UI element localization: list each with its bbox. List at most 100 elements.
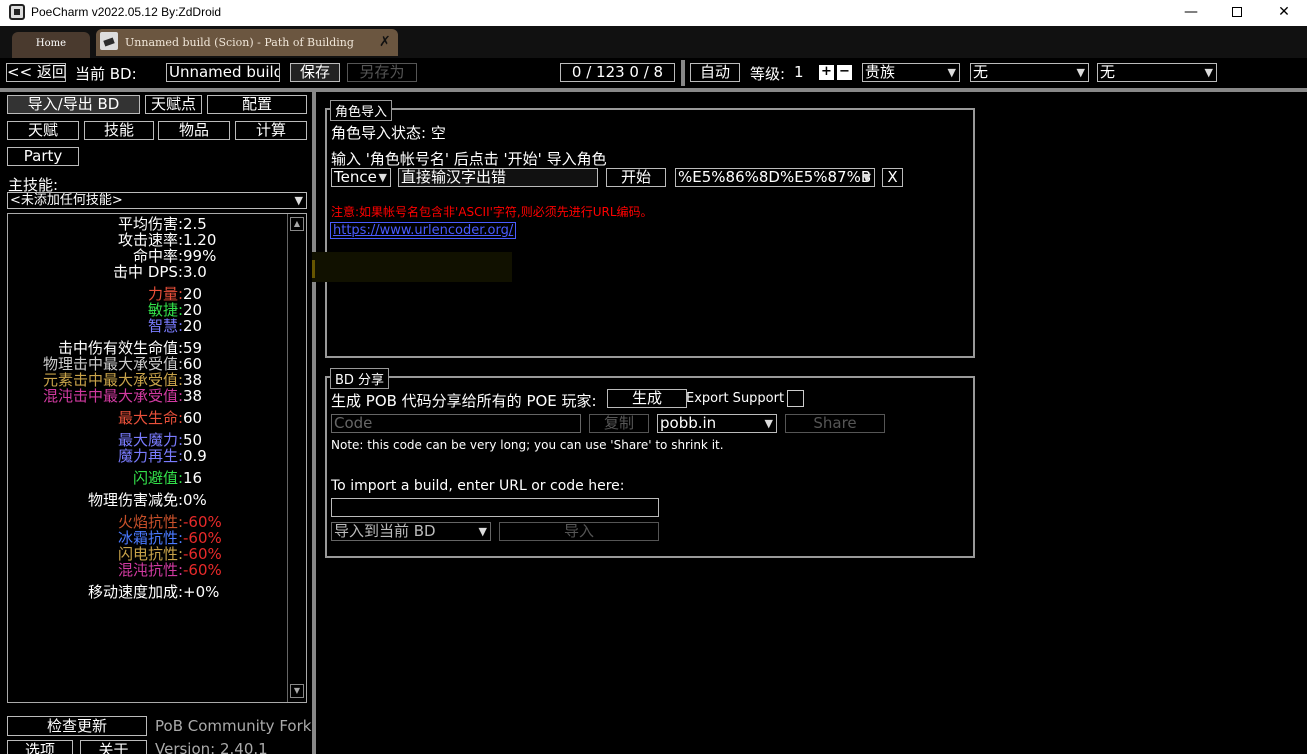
level-plus-button[interactable]: + [819,65,834,80]
stat-value: 16 [183,469,203,487]
stat-value: 60 [183,355,203,373]
stat-value: 50 [183,431,203,449]
urlencoder-link[interactable]: https://www.urlencoder.org/ [330,222,517,239]
calcs-tab[interactable]: 计算 [235,121,307,140]
stat-value: 20 [183,317,203,335]
stat-row: 物理伤害减免: 0% [8,492,288,508]
chevron-down-icon: ▼ [1204,66,1213,79]
stat-row: 闪电抗性: -60% [8,546,288,562]
stat-value: 59 [183,339,203,357]
tab-build[interactable]: Unnamed build (Scion) - Path of Building… [96,29,398,56]
tab-close-icon[interactable]: ✗ [379,34,391,50]
chevron-down-icon: ▼ [947,66,956,79]
stat-row: 命中率: 99% [8,248,288,264]
stat-row: 闪避值: 16 [8,470,288,486]
hover-highlight [312,252,512,282]
encoded-account-select[interactable]: %E5%86%8D%E5%87%B ▼ [675,168,875,187]
stat-row: 冰霜抗性: -60% [8,530,288,546]
account-name-input[interactable]: 直接输汉字出错 [398,168,598,187]
scroll-up-icon[interactable]: ▲ [290,217,304,231]
import-button[interactable]: 导入 [499,522,659,541]
stat-value: 99% [183,247,217,265]
stat-row: 击中伤有效生命值: 59 [8,340,288,356]
maximize-button[interactable] [1214,0,1260,26]
bandit-select[interactable]: 无 ▼ [1097,63,1217,82]
app-icon [9,4,25,20]
stat-value: 1.20 [183,231,217,249]
ascendancy-select[interactable]: 无 ▼ [970,63,1089,82]
ascendancy-select-value: 无 [973,63,989,81]
save-as-button[interactable]: 另存为 [347,63,417,82]
skills-tab[interactable]: 技能 [84,121,154,140]
scroll-down-icon[interactable]: ▼ [290,684,304,698]
fork-label: PoB Community Fork [155,717,312,735]
code-input[interactable]: Code [331,414,581,433]
share-button[interactable]: Share [785,414,885,433]
export-support-checkbox[interactable] [787,390,804,407]
version-label: Version: 2.40.1 [155,740,268,754]
class-select[interactable]: 贵族 ▼ [862,63,960,82]
minimize-button[interactable]: — [1168,0,1214,26]
current-bd-label: 当前 BD: [75,65,137,83]
character-import-title: 角色导入 [330,100,393,121]
main-skill-select[interactable]: <未添加任何技能> ▼ [7,192,307,209]
stat-row: 力量: 20 [8,286,288,302]
save-button[interactable]: 保存 [290,63,340,82]
stat-label: 物理击中最大承受值: [42,355,183,373]
chevron-down-icon: ▼ [862,171,871,184]
import-export-tab[interactable]: 导入/导出 BD [7,95,140,114]
party-tab[interactable]: Party [7,147,79,166]
clear-account-button[interactable]: X [882,168,903,187]
import-instruction: 输入 '角色帐号名' 后点击 '开始' 导入角色 [331,150,607,168]
generate-button[interactable]: 生成 [607,389,687,408]
class-select-value: 贵族 [865,63,896,81]
stat-value: 60 [183,409,203,427]
back-button[interactable]: << 返回 [6,63,66,82]
import-code-input[interactable] [331,498,659,517]
options-button[interactable]: 选项 [7,740,73,754]
stat-value: 20 [183,301,203,319]
level-minus-button[interactable]: − [837,65,852,80]
realm-select[interactable]: Tence ▼ [331,168,391,187]
start-import-button[interactable]: 开始 [606,168,666,187]
share-site-select[interactable]: pobb.in ▼ [657,414,777,433]
share-note: Note: this code can be very long; you ca… [331,438,724,452]
stat-value: 0.9 [183,447,207,465]
main-skill-select-value: <未添加任何技能> [10,193,123,208]
tree-tab[interactable]: 天赋 [7,121,79,140]
import-mode-select[interactable]: 导入到当前 BD ▼ [331,522,491,541]
check-update-button[interactable]: 检查更新 [7,716,147,736]
items-tab[interactable]: 物品 [158,121,230,140]
stat-label: 混沌抗性: [117,561,183,579]
level-value[interactable]: 1 [794,63,804,81]
tab-bar: Home Unnamed build (Scion) - Path of Bui… [0,26,1307,58]
auto-level-button[interactable]: 自动 [690,63,740,82]
export-support-label: Export Support [686,391,785,406]
stat-row: 击中 DPS: 3.0 [8,264,288,280]
stat-label: 移动速度加成: [87,583,183,601]
close-window-button[interactable]: ✕ [1261,0,1307,26]
import-build-label: To import a build, enter URL or code her… [331,478,625,494]
encoded-account-value: %E5%86%8D%E5%87%B [678,168,872,186]
stat-value: +0% [183,583,220,601]
stat-value: 3.0 [183,263,207,281]
stat-label: 魔力再生: [117,447,183,465]
tab-build-label: Unnamed build (Scion) - Path of Building [125,36,354,49]
ascii-warning: 注意:如果帐号名包含非'ASCII'字符,则必须先进行URL编码。 [331,205,653,219]
stat-label: 冰霜抗性: [117,529,183,547]
tab-home[interactable]: Home [12,32,90,58]
chevron-down-icon: ▼ [764,417,773,430]
stat-row: 混沌击中最大承受值: 38 [8,388,288,404]
about-button[interactable]: 关于 [80,740,147,754]
stat-label: 元素击中最大承受值: [42,371,183,389]
stat-value: -60% [183,561,222,579]
left-panel-divider[interactable] [312,92,316,754]
build-name-input[interactable]: Unnamed build [166,63,280,82]
stats-scrollbar[interactable]: ▲ ▼ [287,214,306,702]
config-tab[interactable]: 配置 [207,95,307,114]
copy-button[interactable]: 复制 [589,414,649,433]
passive-points-tab[interactable]: 天赋点 [145,95,202,114]
stat-label: 攻击速率: [117,231,183,249]
chevron-down-icon: ▼ [294,194,303,207]
build-tab-icon [100,32,118,50]
